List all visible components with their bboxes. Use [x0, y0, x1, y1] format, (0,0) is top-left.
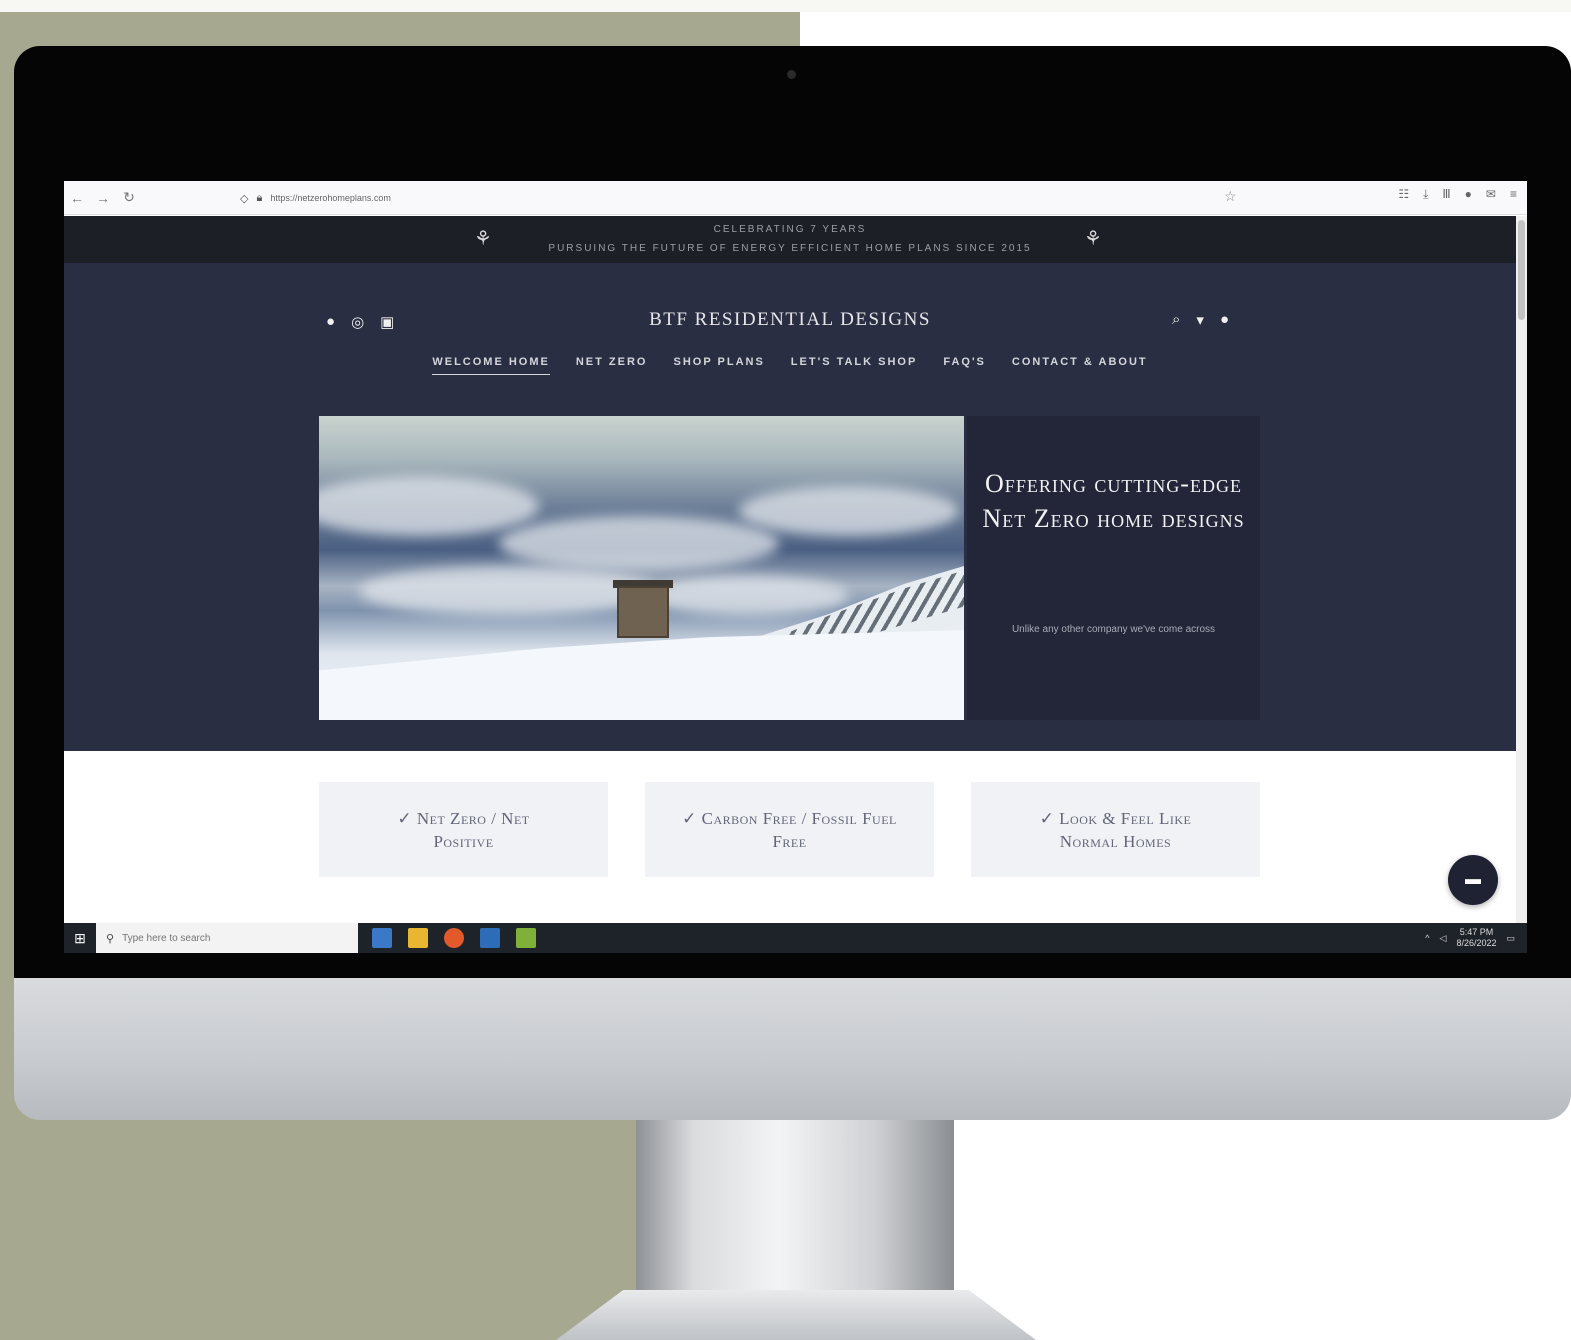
snowfield — [319, 630, 964, 720]
photoshop-icon[interactable] — [480, 928, 500, 948]
taskbar-search-input[interactable] — [122, 932, 323, 944]
taskbar-clock[interactable]: 5:47 PM 8/26/2022 — [1456, 927, 1496, 949]
forward-icon[interactable]: → — [90, 190, 116, 206]
file-explorer-icon[interactable] — [408, 928, 428, 948]
clock-date: 8/26/2022 — [1456, 938, 1497, 948]
system-tray: ^ ◁ 5:47 PM 8/26/2022 ▭ — [1425, 923, 1515, 953]
firefox-icon[interactable] — [444, 928, 464, 948]
bookmark-star-icon[interactable]: ☆ — [1224, 188, 1237, 205]
search-icon: ⚲ — [106, 932, 115, 945]
site-header: ● ◎ ▣ BTF RESIDENTIAL DESIGNS ⌕ ▾ ● WELC… — [64, 263, 1516, 751]
shield-icon: ◇ — [240, 192, 249, 205]
chat-bubble-icon: ▬ — [1465, 871, 1481, 888]
monitor-chin — [14, 960, 1571, 1120]
scrollbar-thumb[interactable] — [1518, 220, 1525, 320]
nav-lets-talk-shop[interactable]: LET'S TALK SHOP — [791, 356, 918, 375]
header-actions: ⌕ ▾ ● — [1172, 311, 1229, 329]
hero-text-panel: Offering cutting-edge Net Zero home desi… — [967, 416, 1260, 720]
account-icon[interactable]: ✉ — [1486, 187, 1496, 202]
speaker-icon[interactable]: ◁ — [1440, 933, 1447, 944]
lock-icon: 🔒︎ — [256, 191, 263, 204]
windows-taskbar: ⊞ ⚲ ^ ◁ 5:47 PM 8/26/2022 ▭ — [64, 923, 1527, 953]
feature-label: ✓ Net Zero / Net Positive — [397, 808, 530, 851]
page-scrollbar[interactable] — [1516, 216, 1527, 923]
pocket-icon[interactable]: ☷ — [1398, 187, 1409, 202]
hero-image-snowy-cabin — [319, 416, 964, 720]
announcement-line-1: CELEBRATING 7 YEARS — [713, 224, 867, 235]
windows-start-icon[interactable]: ⊞ — [64, 930, 96, 947]
address-bar[interactable]: ◇ 🔒︎ https://netzerohomeplans.com — [240, 187, 1250, 209]
search-icon[interactable]: ⌕ — [1172, 311, 1180, 329]
leaf-icon-right: ⚘ — [1084, 228, 1104, 250]
notification-icon[interactable]: ▭ — [1506, 933, 1515, 944]
library-icon[interactable]: Ⅲ — [1442, 187, 1450, 202]
feature-card-normal-homes: ✓ Look & Feel Like Normal Homes — [971, 782, 1260, 877]
cart-icon[interactable]: ▾ — [1196, 311, 1204, 329]
chat-button[interactable]: ▬ — [1448, 855, 1498, 905]
word-app-icon[interactable] — [372, 928, 392, 948]
cabin — [617, 586, 669, 638]
monitor-screen: ← → ↻ ◇ 🔒︎ https://netzerohomeplans.com … — [64, 181, 1527, 953]
url-text: https://netzerohomeplans.com — [270, 193, 391, 203]
nav-faqs[interactable]: FAQ'S — [943, 356, 986, 375]
nav-shop-plans[interactable]: SHOP PLANS — [673, 356, 764, 375]
browser-toolbar: ← → ↻ ◇ 🔒︎ https://netzerohomeplans.com … — [64, 181, 1527, 215]
browser-extensions: ☷ ⤓ Ⅲ ● ✉ ≡ — [1398, 187, 1517, 202]
chevron-up-icon[interactable]: ^ — [1425, 933, 1429, 943]
download-icon[interactable]: ⤓ — [1423, 187, 1428, 202]
announcement-bar: ⚘ CELEBRATING 7 YEARS PURSUING THE FUTUR… — [64, 216, 1516, 263]
clock-time: 5:47 PM — [1459, 927, 1494, 937]
site-brand[interactable]: BTF RESIDENTIAL DESIGNS — [64, 309, 1516, 331]
taskbar-search[interactable]: ⚲ — [96, 923, 358, 953]
feature-label: ✓ Look & Feel Like Normal Homes — [1039, 808, 1192, 851]
sheets-app-icon[interactable] — [516, 928, 536, 948]
feature-section: ✓ Net Zero / Net Positive ✓ Carbon Free … — [64, 751, 1516, 923]
back-icon[interactable]: ← — [64, 190, 90, 206]
taskbar-apps — [372, 928, 536, 948]
announcement-line-2: PURSUING THE FUTURE OF ENERGY EFFICIENT … — [548, 243, 1032, 254]
nav-welcome-home[interactable]: WELCOME HOME — [432, 356, 550, 375]
account-icon[interactable]: ● — [1220, 311, 1229, 329]
nav-net-zero[interactable]: NET ZERO — [576, 356, 648, 375]
hero-subtitle: Unlike any other company we've come acro… — [1011, 624, 1216, 635]
menu-icon[interactable]: ≡ — [1510, 187, 1517, 202]
main-nav: WELCOME HOME NET ZERO SHOP PLANS LET'S T… — [64, 356, 1516, 375]
feature-card-net-zero: ✓ Net Zero / Net Positive — [319, 782, 608, 877]
monitor-stand-base — [556, 1290, 1036, 1340]
reload-icon[interactable]: ↻ — [116, 189, 142, 206]
feature-label: ✓ Carbon Free / Fossil Fuel Free — [682, 808, 897, 851]
feature-card-carbon-free: ✓ Carbon Free / Fossil Fuel Free — [645, 782, 934, 877]
camera-dot — [787, 70, 796, 79]
monitor-stand — [636, 1118, 954, 1308]
hero-title: Offering cutting-edge Net Zero home desi… — [982, 469, 1245, 533]
nav-contact-about[interactable]: CONTACT & ABOUT — [1012, 356, 1148, 375]
extension-icon[interactable]: ● — [1465, 187, 1472, 202]
